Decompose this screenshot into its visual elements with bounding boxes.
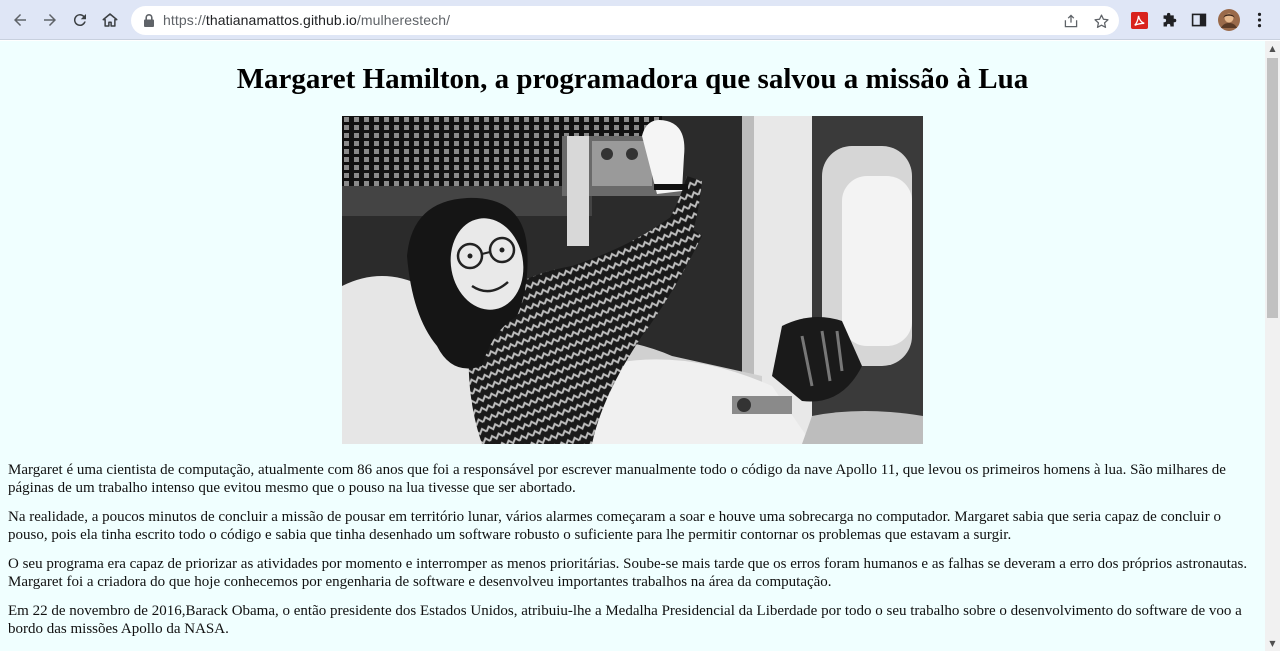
pdf-extension-icon (1130, 11, 1148, 29)
browser-menu-button[interactable] (1248, 9, 1270, 31)
article-body: Margaret é uma cientista de computação, … (8, 461, 1253, 649)
scrollbar-thumb[interactable] (1267, 58, 1278, 318)
avatar-icon (1218, 9, 1240, 31)
url-scheme: https:// (163, 12, 206, 28)
photo-illustration (342, 116, 923, 444)
lock-icon[interactable] (142, 13, 156, 28)
share-button[interactable] (1061, 11, 1081, 31)
star-icon (1093, 13, 1109, 28)
home-icon (102, 13, 118, 27)
home-button[interactable] (97, 7, 123, 33)
url-text[interactable]: https://thatianamattos.github.io/mulhere… (163, 12, 450, 28)
kebab-menu-icon (1257, 12, 1261, 28)
share-icon (1064, 14, 1078, 28)
article-paragraph: Em 22 de novembro de 2016,Barack Obama, … (8, 603, 1242, 637)
article-paragraph: Na realidade, a poucos minutos de conclu… (8, 509, 1221, 543)
scroll-up-arrow-icon[interactable]: ▲ (1265, 41, 1280, 56)
arrow-right-icon (44, 14, 56, 26)
back-button[interactable] (7, 7, 33, 33)
page-title: Margaret Hamilton, a programadora que sa… (236, 63, 1029, 95)
browser-toolbar: https://thatianamattos.github.io/mulhere… (0, 0, 1280, 40)
reload-button[interactable] (67, 7, 93, 33)
scroll-down-arrow-icon[interactable]: ▼ (1265, 636, 1280, 651)
bookmark-button[interactable] (1091, 11, 1111, 31)
pdf-extension-button[interactable] (1128, 9, 1150, 31)
address-bar[interactable]: https://thatianamattos.github.io/mulhere… (131, 6, 1119, 35)
forward-button[interactable] (37, 7, 63, 33)
puzzle-icon (1163, 12, 1176, 26)
side-panel-button[interactable] (1188, 9, 1210, 31)
arrow-left-icon (14, 14, 26, 26)
vertical-scrollbar[interactable]: ▲ ▼ (1265, 41, 1280, 651)
side-panel-icon (1191, 13, 1207, 27)
url-host: thatianamattos.github.io (205, 12, 357, 28)
article-paragraph: Margaret é uma cientista de computação, … (8, 462, 1226, 496)
profile-button[interactable] (1218, 9, 1240, 31)
article-paragraph: O seu programa era capaz de priorizar as… (8, 556, 1248, 590)
margaret-hamilton-photo (342, 116, 923, 444)
url-path: /mulherestech/ (356, 12, 451, 28)
extensions-button[interactable] (1158, 9, 1180, 31)
reload-icon (73, 14, 86, 27)
web-page: Margaret Hamilton, a programadora que sa… (0, 41, 1265, 651)
